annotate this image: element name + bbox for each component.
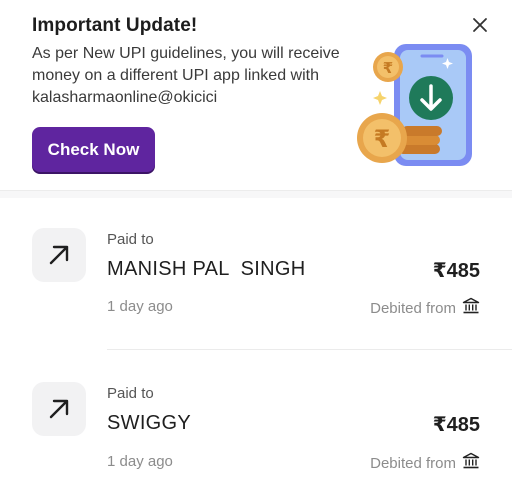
row-divider (107, 349, 512, 350)
section-divider (0, 190, 512, 198)
debited-from: Debited from (370, 297, 480, 319)
paid-to-label: Paid to (107, 231, 154, 248)
update-banner: Important Update! As per New UPI guideli… (0, 0, 512, 190)
transaction-row[interactable]: Paid to SWIGGY ₹485 1 day ago Debited fr… (0, 353, 512, 473)
payee-name: MANISH PAL SINGH (107, 258, 306, 280)
bank-icon (462, 297, 480, 319)
bank-icon (462, 452, 480, 474)
banner-title: Important Update! (32, 15, 198, 36)
rupee-coin-large: ₹ (374, 125, 391, 153)
banner-message: As per New UPI guidelines, you will rece… (32, 45, 340, 106)
transaction-amount: ₹485 (432, 260, 480, 282)
check-now-button[interactable]: Check Now (32, 127, 155, 172)
debited-from-label: Debited from (370, 299, 456, 317)
arrow-up-right-icon (32, 228, 86, 282)
arrow-up-right-icon (32, 382, 86, 436)
transaction-time: 1 day ago (107, 453, 173, 470)
debited-from-label: Debited from (370, 454, 456, 472)
transaction-row[interactable]: Paid to MANISH PAL SINGH ₹485 1 day ago … (0, 198, 512, 318)
rupee-coin-small: ₹ (383, 59, 393, 77)
debited-from: Debited from (370, 452, 480, 474)
transaction-time: 1 day ago (107, 298, 173, 315)
transaction-amount: ₹485 (432, 414, 480, 436)
paid-to-label: Paid to (107, 385, 154, 402)
payee-name: SWIGGY (107, 412, 192, 434)
phone-receive-money-illustration: ₹ ₹ (352, 32, 482, 172)
